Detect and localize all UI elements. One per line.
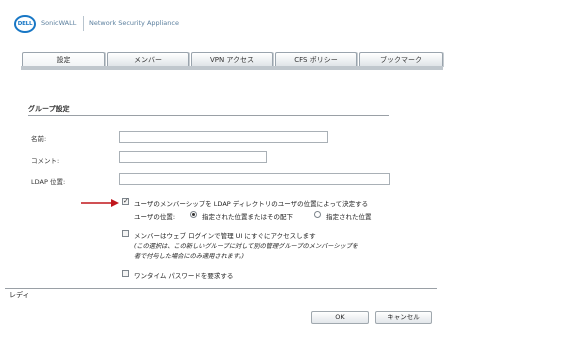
comment-label: コメント: <box>31 157 60 165</box>
radio-location-or-below-label: 指定された位置またはその配下 <box>202 213 293 221</box>
header-divider <box>83 16 84 31</box>
tab-cfs-policy[interactable]: CFS ポリシー <box>275 52 357 67</box>
otp-checkbox[interactable] <box>122 270 129 277</box>
web-admin-label: メンバーはウェブ ログインで管理 UI にすぐにアクセスします <box>134 232 316 240</box>
status-divider <box>5 288 437 289</box>
tab-bookmarks[interactable]: ブックマーク <box>359 52 443 67</box>
otp-label: ワンタイム パスワードを要求する <box>134 272 234 280</box>
ldap-location-input[interactable] <box>119 173 390 185</box>
dell-logo: DELL <box>14 15 36 33</box>
brand-name: SonicWALL <box>41 19 77 27</box>
tab-vpn-access[interactable]: VPN アクセス <box>191 52 273 67</box>
radio-location-exact[interactable] <box>314 211 321 218</box>
group-settings-divider <box>28 115 389 116</box>
radio-location-or-below[interactable] <box>190 211 197 218</box>
tab-settings[interactable]: 設定 <box>22 52 105 67</box>
ldap-membership-checkbox[interactable]: ✓ <box>122 198 129 205</box>
user-location-label: ユーザの位置: <box>134 213 176 221</box>
tab-strip-base <box>21 66 443 70</box>
ldap-membership-label: ユーザのメンバーシップを LDAP ディレクトリのユーザの位置によって決定する <box>134 200 369 208</box>
comment-input[interactable] <box>119 151 267 163</box>
group-settings-title: グループ設定 <box>28 105 70 113</box>
radio-location-exact-label: 指定された位置 <box>326 213 372 221</box>
web-admin-checkbox[interactable] <box>122 230 129 237</box>
product-name: Network Security Appliance <box>89 19 179 27</box>
name-input[interactable] <box>119 131 328 143</box>
web-admin-note-line2: 者で付与した場合にのみ適用されます。) <box>134 253 245 260</box>
name-label: 名前: <box>31 135 47 143</box>
cancel-button[interactable]: キャンセル <box>375 311 432 324</box>
ok-button[interactable]: OK <box>311 311 369 324</box>
tab-members[interactable]: メンバー <box>107 52 189 67</box>
web-admin-note-line1: (この選択は、この新しいグループに対して別の管理グループのメンバーシップを <box>134 243 359 250</box>
status-text: レディ <box>9 291 30 299</box>
ldap-location-label: LDAP 位置: <box>31 178 66 186</box>
red-arrow-icon <box>81 199 119 207</box>
